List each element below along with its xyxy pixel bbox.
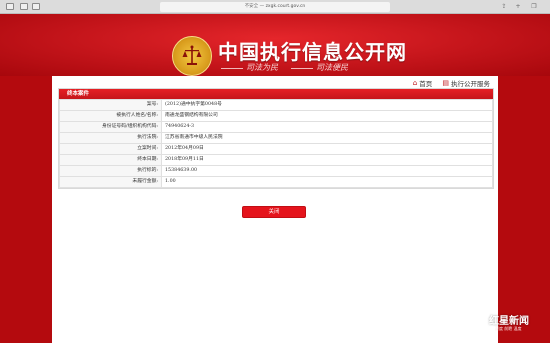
row-label: 终本日期: bbox=[59, 154, 162, 166]
back-icon[interactable] bbox=[20, 3, 28, 10]
content-panel: ⌂ 首页 ▤ 执行公开服务 终本案件 案号: (2012)通中执字第0048号 被执… bbox=[52, 76, 498, 343]
row-value: 2018年09月11日 bbox=[161, 154, 493, 166]
row-label: 立案时间: bbox=[59, 143, 162, 155]
watermark-tagline: 深度 前瞻 温度 bbox=[495, 326, 522, 331]
row-label: 身份证号码/组织机构代码: bbox=[59, 121, 162, 133]
share-icon[interactable]: ⇪ bbox=[500, 3, 508, 11]
row-value: 江苏省南通市中级人民法院 bbox=[161, 132, 493, 144]
slogan-right: 司法便民 bbox=[316, 63, 348, 72]
case-detail-box: 终本案件 案号: (2012)通中执字第0048号 被执行人姓名/名称: 南通龙… bbox=[58, 88, 494, 189]
scales-icon bbox=[182, 45, 202, 65]
table-row: 执行法院: 江苏省南通市中级人民法院 bbox=[59, 132, 493, 144]
case-box-title: 终本案件 bbox=[59, 89, 493, 99]
table-row: 被执行人姓名/名称: 南通龙盛钢结构有限公司 bbox=[59, 110, 493, 122]
news-watermark-logo: 红星新闻 深度 前瞻 温度 bbox=[489, 312, 549, 342]
slogan-divider bbox=[221, 67, 243, 69]
row-label: 执行法院: bbox=[59, 132, 162, 144]
address-bar[interactable]: 不安全 — zxgk.court.gov.cn bbox=[160, 2, 390, 12]
new-tab-icon[interactable]: + bbox=[514, 3, 522, 11]
slogan-divider bbox=[291, 67, 313, 69]
service-icon[interactable]: ▤ bbox=[442, 79, 449, 87]
row-value: 74940624-3 bbox=[161, 121, 493, 133]
court-emblem-logo bbox=[172, 36, 212, 76]
row-value: (2012)通中执字第0048号 bbox=[161, 99, 493, 111]
url-text: zxgk.court.gov.cn bbox=[265, 4, 306, 9]
row-label: 被执行人姓名/名称: bbox=[59, 110, 162, 122]
row-label: 执行标的: bbox=[59, 165, 162, 177]
forward-icon[interactable] bbox=[32, 3, 40, 10]
sidebar-toggle-icon[interactable] bbox=[6, 3, 14, 10]
row-value: 1.00 bbox=[161, 176, 493, 188]
row-value: 15384639.00 bbox=[161, 165, 493, 177]
site-slogan: 司法为民 司法便民 bbox=[218, 62, 383, 73]
nav-service-link[interactable]: 执行公开服务 bbox=[451, 80, 490, 88]
table-row: 未履行金额: 1.00 bbox=[59, 176, 493, 188]
row-value: 南通龙盛钢结构有限公司 bbox=[161, 110, 493, 122]
table-row: 案号: (2012)通中执字第0048号 bbox=[59, 99, 493, 111]
site-header: 中国执行信息公开网 司法为民 司法便民 bbox=[0, 14, 550, 76]
table-row: 身份证号码/组织机构代码: 74940624-3 bbox=[59, 121, 493, 133]
table-row: 立案时间: 2012年04月09日 bbox=[59, 143, 493, 155]
top-nav: ⌂ 首页 ▤ 执行公开服务 bbox=[413, 78, 490, 88]
row-value: 2012年04月09日 bbox=[161, 143, 493, 155]
close-button[interactable]: 关闭 bbox=[242, 206, 306, 218]
tabs-overview-icon[interactable]: ❐ bbox=[530, 3, 538, 11]
site-title: 中国执行信息公开网 bbox=[218, 40, 407, 64]
url-separator: — bbox=[259, 4, 265, 9]
watermark-brand: 红星新闻 bbox=[489, 316, 529, 327]
security-indicator: 不安全 bbox=[244, 4, 259, 9]
row-label: 未履行金额: bbox=[59, 176, 162, 188]
slogan-left: 司法为民 bbox=[246, 63, 278, 72]
table-row: 执行标的: 15384639.00 bbox=[59, 165, 493, 177]
nav-home-link[interactable]: 首页 bbox=[419, 80, 432, 88]
browser-toolbar: 不安全 — zxgk.court.gov.cn ⇪ + ❐ bbox=[0, 0, 550, 14]
row-label: 案号: bbox=[59, 99, 162, 111]
home-icon[interactable]: ⌂ bbox=[413, 79, 417, 87]
table-row: 终本日期: 2018年09月11日 bbox=[59, 154, 493, 166]
case-detail-table: 案号: (2012)通中执字第0048号 被执行人姓名/名称: 南通龙盛钢结构有… bbox=[59, 99, 493, 188]
